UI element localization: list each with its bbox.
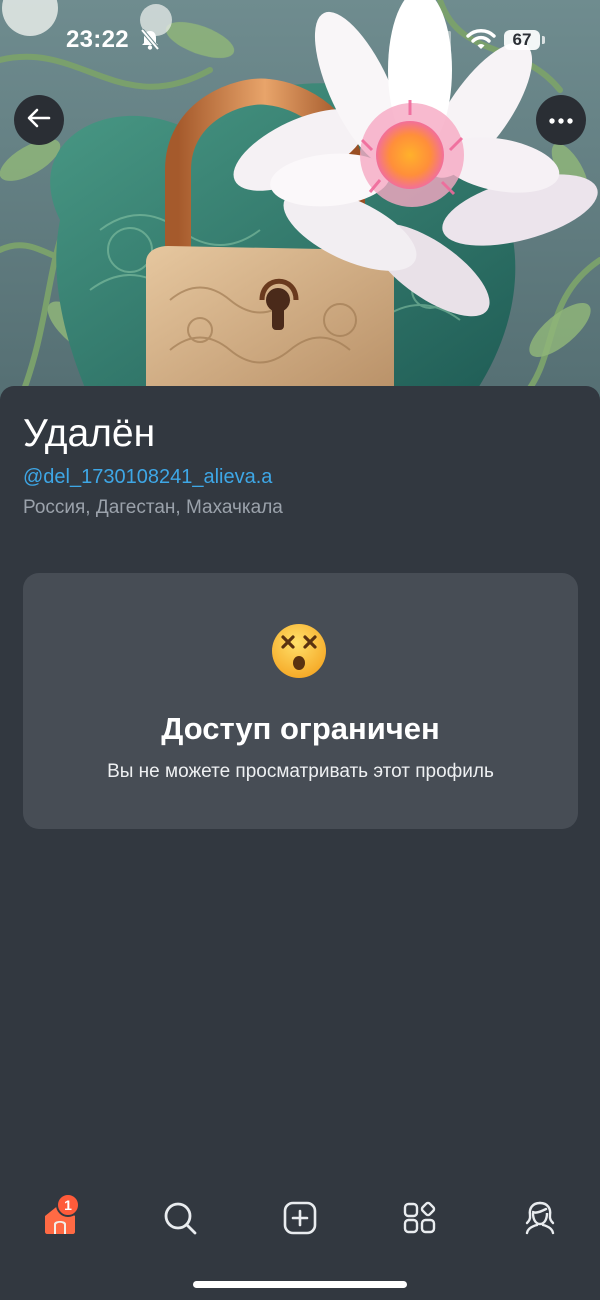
status-bar: 23:22 67: [0, 0, 600, 80]
profile-sheet: Удалён @del_1730108241_alieva.a Россия, …: [0, 386, 600, 1300]
search-icon: [162, 1200, 198, 1241]
dizzy-face-icon: [269, 621, 329, 686]
services-icon: [402, 1200, 438, 1241]
back-button[interactable]: [14, 95, 64, 145]
add-post-icon: [282, 1200, 318, 1241]
arrow-left-icon: [27, 108, 51, 133]
more-options-button[interactable]: [536, 95, 586, 145]
profile-handle-link[interactable]: @del_1730108241_alieva.a: [23, 466, 272, 489]
profile-name: Удалён: [23, 412, 156, 455]
tab-profile[interactable]: [516, 1196, 564, 1244]
tab-services[interactable]: [396, 1196, 444, 1244]
battery-icon: 67: [504, 30, 540, 50]
home-notification-badge: 1: [56, 1193, 80, 1217]
battery-tip: [542, 36, 545, 44]
profile-location: Россия, Дагестан, Махачкала: [23, 497, 283, 518]
home-indicator[interactable]: [193, 1281, 407, 1288]
profile-icon: [522, 1200, 558, 1241]
more-horizontal-icon: [549, 111, 573, 129]
wifi-icon: [466, 28, 496, 55]
tab-search[interactable]: [156, 1196, 204, 1244]
restricted-description: Вы не можете просматривать этот профиль: [107, 761, 494, 782]
bell-off-icon: [140, 28, 160, 56]
status-time: 23:22: [66, 26, 129, 53]
access-restricted-card: Доступ ограничен Вы не можете просматрив…: [23, 573, 578, 829]
signal-icon: [425, 30, 453, 55]
restricted-title: Доступ ограничен: [161, 711, 440, 746]
tab-add-post[interactable]: [276, 1196, 324, 1244]
